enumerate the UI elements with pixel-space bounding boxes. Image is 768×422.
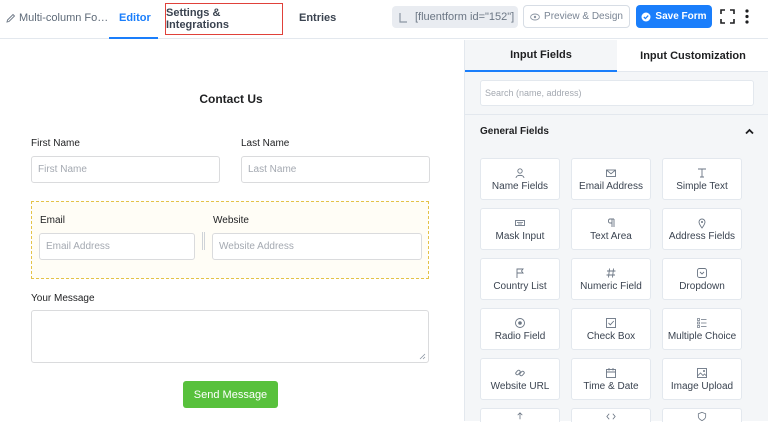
tab-input-fields[interactable]: Input Fields bbox=[465, 40, 617, 72]
group-title-general-fields[interactable]: General Fields bbox=[480, 126, 549, 137]
user-icon bbox=[515, 167, 525, 178]
field-label: Website URL bbox=[490, 380, 550, 392]
field-label: Dropdown bbox=[679, 280, 725, 292]
checkbox-icon bbox=[606, 317, 616, 328]
field-label: Multiple Choice bbox=[667, 330, 737, 342]
email-label: Email bbox=[40, 215, 66, 226]
fields-panel: Input Fields Input Customization Search … bbox=[464, 40, 768, 422]
website-input[interactable]: Website Address bbox=[212, 233, 422, 260]
field-image-upload[interactable]: Image Upload bbox=[662, 358, 742, 400]
preview-design-button[interactable]: Preview & Design bbox=[523, 5, 630, 28]
website-label: Website bbox=[213, 215, 249, 226]
map-pin-icon bbox=[698, 218, 706, 229]
send-message-button[interactable]: Send Message bbox=[183, 381, 278, 408]
eye-icon bbox=[530, 13, 540, 20]
shortcode-copy[interactable]: [fluentform id="152"] bbox=[392, 6, 518, 28]
field-label: Name Fields bbox=[491, 180, 549, 192]
flag-icon bbox=[516, 268, 524, 278]
field-label: Numeric Field bbox=[580, 280, 642, 292]
shortcode-text: [fluentform id="152"] bbox=[415, 11, 515, 23]
keyboard-icon bbox=[515, 219, 525, 226]
field-multiple-choice[interactable]: Multiple Choice bbox=[662, 308, 742, 350]
top-bar: Multi-column Fo… Editor Settings & Integ… bbox=[0, 0, 768, 39]
breadcrumb[interactable]: Multi-column Fo… bbox=[6, 12, 108, 24]
field-radio-field[interactable]: Radio Field bbox=[480, 308, 560, 350]
field-label: Time & Date bbox=[583, 380, 639, 392]
copy-icon bbox=[399, 12, 407, 23]
tab-settings-integrations[interactable]: Settings & Integrations bbox=[165, 3, 283, 35]
field-email-address[interactable]: Email Address bbox=[571, 158, 651, 200]
save-form-button[interactable]: Save Form bbox=[636, 5, 712, 28]
code-icon bbox=[606, 413, 616, 420]
field-partial[interactable] bbox=[480, 408, 560, 422]
field-text-area[interactable]: Text Area bbox=[571, 208, 651, 250]
shield-icon bbox=[697, 411, 707, 422]
first-name-input[interactable]: First Name bbox=[31, 156, 220, 183]
link-icon bbox=[515, 369, 525, 376]
last-name-input[interactable]: Last Name bbox=[241, 156, 430, 183]
field-simple-text[interactable]: Simple Text bbox=[662, 158, 742, 200]
field-numeric-field[interactable]: Numeric Field bbox=[571, 258, 651, 300]
form-name: Multi-column Fo… bbox=[19, 12, 109, 24]
field-partial[interactable] bbox=[662, 408, 742, 422]
message-label: Your Message bbox=[31, 293, 95, 304]
field-address-fields[interactable]: Address Fields bbox=[662, 208, 742, 250]
field-label: Mask Input bbox=[495, 230, 545, 242]
field-label: Email Address bbox=[579, 180, 643, 192]
field-label: Check Box bbox=[586, 330, 636, 342]
list-icon bbox=[697, 317, 707, 328]
last-name-label: Last Name bbox=[241, 138, 290, 149]
tab-entries[interactable]: Entries bbox=[299, 12, 336, 24]
field-label: Country List bbox=[493, 280, 547, 292]
chevron-up-icon[interactable] bbox=[744, 126, 755, 137]
more-options-icon[interactable] bbox=[744, 8, 750, 25]
tab-input-customization[interactable]: Input Customization bbox=[617, 40, 768, 72]
text-icon bbox=[698, 168, 706, 177]
image-icon bbox=[697, 367, 707, 378]
divider bbox=[465, 114, 768, 115]
field-dropdown[interactable]: Dropdown bbox=[662, 258, 742, 300]
message-textarea[interactable] bbox=[31, 310, 429, 363]
tab-editor[interactable]: Editor bbox=[119, 12, 151, 24]
upload-icon bbox=[517, 412, 523, 420]
field-check-box[interactable]: Check Box bbox=[571, 308, 651, 350]
field-partial[interactable] bbox=[571, 408, 651, 422]
field-label: Text Area bbox=[590, 230, 632, 242]
field-website-url[interactable]: Website URL bbox=[480, 358, 560, 400]
paragraph-icon bbox=[608, 218, 615, 227]
field-search-input[interactable]: Search (name, address) bbox=[480, 80, 754, 106]
preview-label: Preview & Design bbox=[544, 11, 623, 22]
field-time-date[interactable]: Time & Date bbox=[571, 358, 651, 400]
active-tab-indicator bbox=[109, 37, 158, 39]
calendar-icon bbox=[606, 367, 616, 378]
resize-grip-icon[interactable] bbox=[419, 353, 426, 360]
pencil-icon bbox=[6, 13, 16, 23]
form-title: Contact Us bbox=[199, 92, 263, 106]
tab-settings-label: Settings & Integrations bbox=[166, 7, 229, 31]
first-name-label: First Name bbox=[31, 138, 80, 149]
field-label: Address Fields bbox=[668, 230, 736, 242]
envelope-icon bbox=[606, 169, 616, 177]
check-circle-icon bbox=[641, 12, 651, 21]
hash-icon bbox=[606, 267, 616, 278]
field-label: Radio Field bbox=[494, 330, 546, 342]
field-country-list[interactable]: Country List bbox=[480, 258, 560, 300]
field-mask-input[interactable]: Mask Input bbox=[480, 208, 560, 250]
field-name-fields[interactable]: Name Fields bbox=[480, 158, 560, 200]
dropdown-icon bbox=[697, 267, 707, 278]
radio-icon bbox=[515, 317, 525, 328]
email-input[interactable]: Email Address bbox=[39, 233, 195, 260]
save-label: Save Form bbox=[655, 11, 707, 22]
field-label: Image Upload bbox=[670, 380, 734, 392]
column-resize-handle[interactable] bbox=[202, 232, 205, 250]
fullscreen-icon[interactable] bbox=[720, 9, 735, 24]
field-label: Simple Text bbox=[676, 180, 728, 192]
